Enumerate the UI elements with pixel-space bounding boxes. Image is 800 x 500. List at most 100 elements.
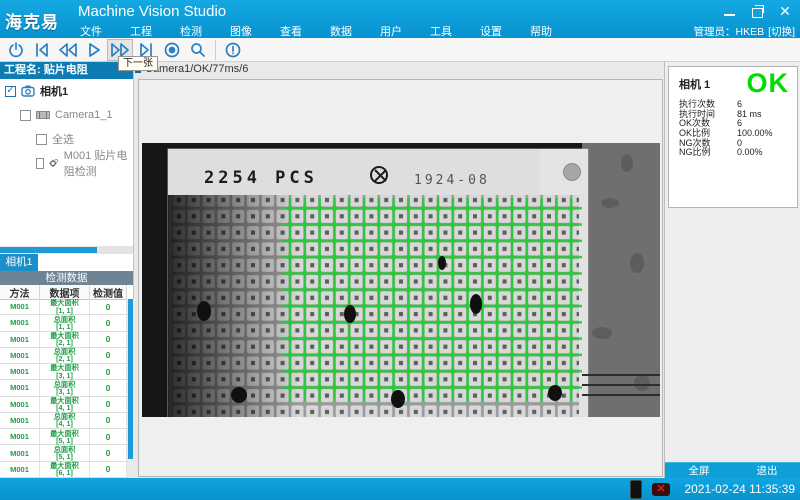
tree-item-camera1[interactable]: ✓ 相机1: [0, 79, 133, 103]
play-button[interactable]: [81, 39, 107, 61]
menu-bar: 文件 工程 检测 图像 查看 数据 用户 工具 设置 帮助: [78, 23, 554, 39]
fullscreen-button[interactable]: 全屏: [665, 462, 733, 478]
gear-icon: [49, 157, 58, 169]
scrollbar-thumb[interactable]: [128, 299, 133, 459]
table-row[interactable]: M001总面积[3, 1]0: [0, 380, 127, 396]
table-row[interactable]: M001最大面积[5, 1]0: [0, 429, 127, 445]
cell-value: 0: [90, 429, 127, 444]
alert-button[interactable]: [220, 39, 246, 61]
menu-item[interactable]: 工程: [128, 23, 154, 39]
tree-horizontal-scrollbar[interactable]: [0, 246, 133, 254]
stats-card: 相机 1 OK 执行次数6执行时间81 msOK次数6OK比例100.00%NG…: [668, 66, 798, 208]
title-bar: 海克易邦 Machine Vision Studio ✕ 文件工程检测图像查看数…: [0, 0, 800, 38]
item-index: [2, 1]: [56, 339, 73, 346]
minimize-button[interactable]: [722, 4, 736, 18]
table-row[interactable]: M001总面积[4, 1]0: [0, 413, 127, 429]
select-all-checkbox[interactable]: [36, 134, 47, 145]
table-row[interactable]: M001最大面积[6, 1]0: [0, 462, 127, 478]
cell-method: M001: [0, 429, 40, 444]
stat-value: 0.00%: [737, 148, 791, 158]
close-icon: ✕: [779, 4, 791, 18]
m001-checkbox[interactable]: [36, 158, 44, 169]
cell-method: M001: [0, 348, 40, 363]
cell-value: 0: [90, 397, 127, 412]
photo-date-code: 1924-08: [414, 173, 490, 188]
menu-item[interactable]: 工具: [428, 23, 454, 39]
cell-method: M001: [0, 332, 40, 347]
power-icon: [7, 41, 25, 59]
item-index: [1, 1]: [56, 323, 73, 330]
table-row[interactable]: M001总面积[1, 1]0: [0, 315, 127, 331]
tree-item-label: 相机1: [40, 83, 68, 99]
menu-item[interactable]: 用户: [378, 23, 404, 39]
camera1-1-checkbox[interactable]: [20, 110, 31, 121]
stat-row: NG比例0.00%: [679, 148, 791, 158]
cell-item: 最大面积[5, 1]: [40, 429, 90, 444]
camera1-checkbox[interactable]: ✓: [5, 86, 16, 97]
viewer-title: Camera1/OK/77ms/6: [145, 63, 248, 75]
cell-value: 0: [90, 348, 127, 363]
tree-item-m001[interactable]: M001 贴片电阻检测: [0, 151, 133, 175]
camera-icon: [21, 85, 35, 97]
restore-icon: [752, 8, 763, 18]
restore-button[interactable]: [750, 4, 764, 18]
cell-item: 总面积[3, 1]: [40, 380, 90, 395]
menu-item[interactable]: 帮助: [528, 23, 554, 39]
stat-label: NG比例: [679, 148, 737, 158]
power-button[interactable]: [3, 39, 29, 61]
item-index: [3, 1]: [56, 372, 73, 379]
menu-item[interactable]: 设置: [478, 23, 504, 39]
cell-method: M001: [0, 397, 40, 412]
cell-value: 0: [90, 462, 127, 477]
tree-item-label: Camera1_1: [55, 109, 112, 121]
error-status-icon: ✕: [652, 483, 670, 496]
project-panel: 工程名: 贴片电阻 ✓ 相机1 Camera1_1 全选: [0, 62, 134, 478]
detection-overlay-grid: [282, 198, 582, 401]
menu-item[interactable]: 图像: [228, 23, 254, 39]
tree-item-camera1-1[interactable]: Camera1_1: [0, 103, 133, 127]
cell-method: M001: [0, 445, 40, 460]
detect-data-header: 检测数据: [0, 271, 133, 285]
table-row[interactable]: M001最大面积[1, 1]0: [0, 299, 127, 315]
close-button[interactable]: ✕: [778, 4, 792, 18]
status-bar: ✕ 2021-02-24 11:35:39: [0, 478, 800, 500]
table-row[interactable]: M001最大面积[2, 1]0: [0, 332, 127, 348]
zoom-button[interactable]: [185, 39, 211, 61]
device-icon: [36, 110, 50, 120]
cell-value: 0: [90, 299, 127, 314]
item-index: [5, 1]: [56, 437, 73, 444]
skip-first-button[interactable]: [29, 39, 55, 61]
tab-camera1[interactable]: 相机1: [0, 254, 38, 271]
tree-item-label: M001 贴片电阻检测: [64, 147, 133, 179]
table-row[interactable]: M001总面积[5, 1]0: [0, 445, 127, 461]
menu-item[interactable]: 文件: [78, 23, 104, 39]
photo-count-text: 2254 PCS: [204, 168, 318, 188]
cell-value: 0: [90, 380, 127, 395]
table-row[interactable]: M001最大面积[3, 1]0: [0, 364, 127, 380]
fast-backward-button[interactable]: [55, 39, 81, 61]
stats-camera-label: 相机 1: [679, 76, 710, 92]
inspection-photo: 2254 PCS 1924-08: [142, 143, 660, 417]
cell-method: M001: [0, 462, 40, 477]
exit-button[interactable]: 退出: [733, 462, 800, 478]
table-row[interactable]: M001最大面积[4, 1]0: [0, 397, 127, 413]
cell-item: 总面积[4, 1]: [40, 413, 90, 428]
fast-backward-icon: [57, 41, 79, 59]
item-index: [4, 1]: [56, 404, 73, 411]
scrollbar-thumb[interactable]: [0, 247, 97, 253]
cell-item: 最大面积[4, 1]: [40, 397, 90, 412]
cell-method: M001: [0, 315, 40, 330]
cell-item: 总面积[1, 1]: [40, 315, 90, 330]
item-index: [1, 1]: [56, 307, 73, 314]
table-vertical-scrollbar[interactable]: [127, 299, 134, 478]
image-viewer[interactable]: 2254 PCS 1924-08: [138, 79, 663, 477]
cell-value: 0: [90, 332, 127, 347]
record-button[interactable]: [159, 39, 185, 61]
project-tree: ✓ 相机1 Camera1_1 全选: [0, 79, 133, 246]
cell-value: 0: [90, 445, 127, 460]
table-row[interactable]: M001总面积[2, 1]0: [0, 348, 127, 364]
switch-user-link[interactable]: [切换]: [768, 24, 795, 39]
menu-item[interactable]: 查看: [278, 23, 304, 39]
menu-item[interactable]: 数据: [328, 23, 354, 39]
menu-item[interactable]: 检测: [178, 23, 204, 39]
